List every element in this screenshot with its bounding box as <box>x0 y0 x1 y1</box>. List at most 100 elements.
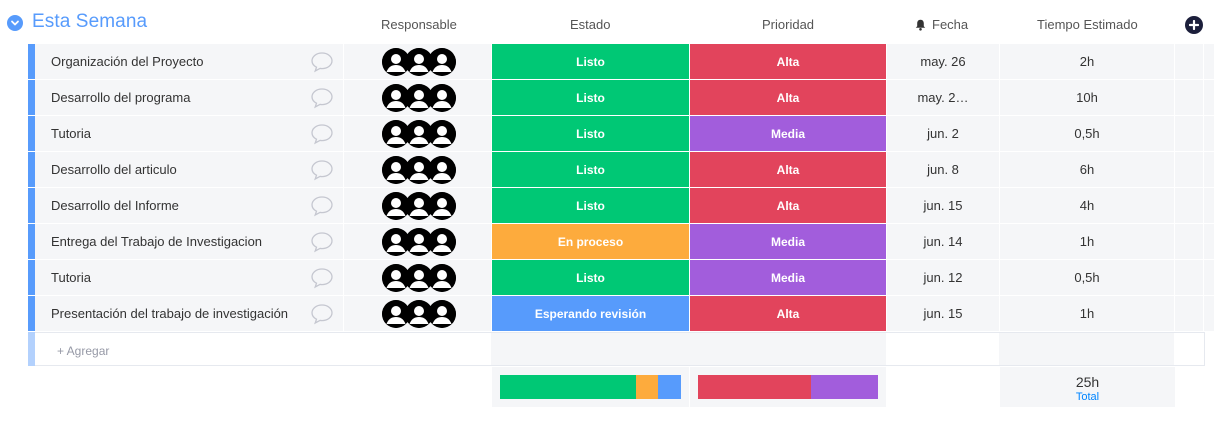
tiempo-cell[interactable]: 0,5h <box>1000 116 1174 151</box>
item-name[interactable]: Presentación del trabajo de investigació… <box>51 306 288 321</box>
table-row[interactable]: Tutoria Listo Media jun. 2 0,5h <box>28 116 1214 152</box>
fecha-cell[interactable]: jun. 14 <box>887 224 999 259</box>
table-row[interactable]: Tutoria Listo Media jun. 12 0,5h <box>28 260 1214 296</box>
prioridad-cell[interactable]: Media <box>690 116 886 151</box>
item-name-cell[interactable]: Entrega del Trabajo de Investigacion <box>35 224 343 259</box>
prioridad-summary[interactable] <box>690 367 886 407</box>
responsable-cell[interactable] <box>344 224 491 259</box>
group-title[interactable]: Esta Semana <box>32 11 147 33</box>
prioridad-cell[interactable]: Media <box>690 224 886 259</box>
table-row[interactable]: Organización del Proyecto Listo Alta may. 2… <box>28 44 1214 80</box>
task-rows: Organización del Proyecto Listo Alta may. 2… <box>28 44 1214 332</box>
column-header-tiempo[interactable]: Tiempo Estimado <box>1037 17 1138 32</box>
item-name[interactable]: Tutoria <box>51 126 91 141</box>
responsable-cell[interactable] <box>344 188 491 223</box>
item-name-cell[interactable]: Desarrollo del programa <box>35 80 343 115</box>
person-icon <box>428 156 456 184</box>
tiempo-cell[interactable]: 1h <box>1000 224 1174 259</box>
responsable-cell[interactable] <box>344 260 491 295</box>
speech-bubble-icon[interactable] <box>310 303 334 330</box>
fecha-cell[interactable]: may. 2… <box>887 80 999 115</box>
item-name[interactable]: Entrega del Trabajo de Investigacion <box>51 234 262 249</box>
tiempo-cell[interactable]: 0,5h <box>1000 260 1174 295</box>
speech-bubble-icon[interactable] <box>310 87 334 114</box>
item-name-cell[interactable]: Desarrollo del articulo <box>35 152 343 187</box>
speech-bubble-icon[interactable] <box>310 159 334 186</box>
tiempo-cell[interactable]: 10h <box>1000 80 1174 115</box>
fecha-cell[interactable]: jun. 8 <box>887 152 999 187</box>
tiempo-cell[interactable]: 1h <box>1000 296 1174 331</box>
empty-cell <box>1175 80 1203 115</box>
row-end <box>1204 296 1214 331</box>
column-header-fecha[interactable]: Fecha <box>915 17 968 34</box>
table-row[interactable]: Presentación del trabajo de investigació… <box>28 296 1214 332</box>
item-name[interactable]: Desarrollo del articulo <box>51 162 177 177</box>
item-name-cell[interactable]: Tutoria <box>35 260 343 295</box>
add-item-input[interactable]: + Agregar <box>57 344 109 358</box>
estado-cell[interactable]: Listo <box>492 188 689 223</box>
fecha-cell[interactable]: jun. 15 <box>887 188 999 223</box>
fecha-cell[interactable]: may. 26 <box>887 44 999 79</box>
responsable-cell[interactable] <box>344 80 491 115</box>
fecha-cell[interactable]: jun. 12 <box>887 260 999 295</box>
speech-bubble-icon[interactable] <box>310 267 334 294</box>
responsable-cell[interactable] <box>344 44 491 79</box>
speech-bubble-icon[interactable] <box>310 231 334 258</box>
responsable-cell[interactable] <box>344 152 491 187</box>
item-name-cell[interactable]: Desarrollo del Informe <box>35 188 343 223</box>
table-row[interactable]: Desarrollo del Informe Listo Alta jun. 15 4h <box>28 188 1214 224</box>
add-row-filler <box>491 333 886 365</box>
avatar-group <box>382 48 456 76</box>
tiempo-cell[interactable]: 6h <box>1000 152 1174 187</box>
row-color-marker <box>28 80 35 115</box>
responsable-cell[interactable] <box>344 116 491 151</box>
prioridad-cell[interactable]: Alta <box>690 80 886 115</box>
speech-bubble-icon[interactable] <box>310 51 334 78</box>
item-name[interactable]: Tutoria <box>51 270 91 285</box>
total-label: Total <box>1075 391 1100 403</box>
estado-cell[interactable]: Listo <box>492 80 689 115</box>
fecha-cell[interactable]: jun. 15 <box>887 296 999 331</box>
column-header-prioridad[interactable]: Prioridad <box>762 17 814 32</box>
tiempo-cell[interactable]: 4h <box>1000 188 1174 223</box>
prioridad-cell[interactable]: Alta <box>690 44 886 79</box>
item-name-cell[interactable]: Presentación del trabajo de investigació… <box>35 296 343 331</box>
tiempo-cell[interactable]: 2h <box>1000 44 1174 79</box>
table-row[interactable]: Desarrollo del programa Listo Alta may. 2… 1… <box>28 80 1214 116</box>
speech-bubble-icon[interactable] <box>310 195 334 222</box>
estado-cell[interactable]: Listo <box>492 152 689 187</box>
estado-summary[interactable] <box>492 367 689 407</box>
item-name[interactable]: Desarrollo del Informe <box>51 198 179 213</box>
prioridad-cell[interactable]: Alta <box>690 152 886 187</box>
estado-cell[interactable]: Listo <box>492 260 689 295</box>
item-name-cell[interactable]: Organización del Proyecto <box>35 44 343 79</box>
add-item-row[interactable]: + Agregar <box>28 332 1205 366</box>
column-header-responsable[interactable]: Responsable <box>381 17 457 32</box>
chevron-down-icon[interactable] <box>7 15 23 31</box>
plus-circle-icon[interactable] <box>1185 16 1203 34</box>
prioridad-summary-bar <box>698 375 878 399</box>
responsable-cell[interactable] <box>344 296 491 331</box>
row-end <box>1204 116 1214 151</box>
estado-cell[interactable]: Listo <box>492 44 689 79</box>
empty-cell <box>1175 152 1203 187</box>
estado-cell[interactable]: Esperando revisión <box>492 296 689 331</box>
prioridad-cell[interactable]: Alta <box>690 188 886 223</box>
item-name-cell[interactable]: Tutoria <box>35 116 343 151</box>
estado-cell[interactable]: Listo <box>492 116 689 151</box>
prioridad-cell[interactable]: Alta <box>690 296 886 331</box>
fecha-cell[interactable]: jun. 2 <box>887 116 999 151</box>
person-icon <box>428 84 456 112</box>
row-color-marker <box>28 152 35 187</box>
table-row[interactable]: Entrega del Trabajo de Investigacion En p… <box>28 224 1214 260</box>
estado-cell[interactable]: En proceso <box>492 224 689 259</box>
prioridad-cell[interactable]: Media <box>690 260 886 295</box>
column-header-estado[interactable]: Estado <box>570 17 610 32</box>
row-end <box>1204 224 1214 259</box>
item-name[interactable]: Desarrollo del programa <box>51 90 190 105</box>
item-name[interactable]: Organización del Proyecto <box>51 54 203 69</box>
speech-bubble-icon[interactable] <box>310 123 334 150</box>
table-row[interactable]: Desarrollo del articulo Listo Alta jun. 8 6h <box>28 152 1214 188</box>
row-color-marker <box>28 44 35 79</box>
tiempo-summary[interactable]: 25h Total <box>1000 367 1175 407</box>
